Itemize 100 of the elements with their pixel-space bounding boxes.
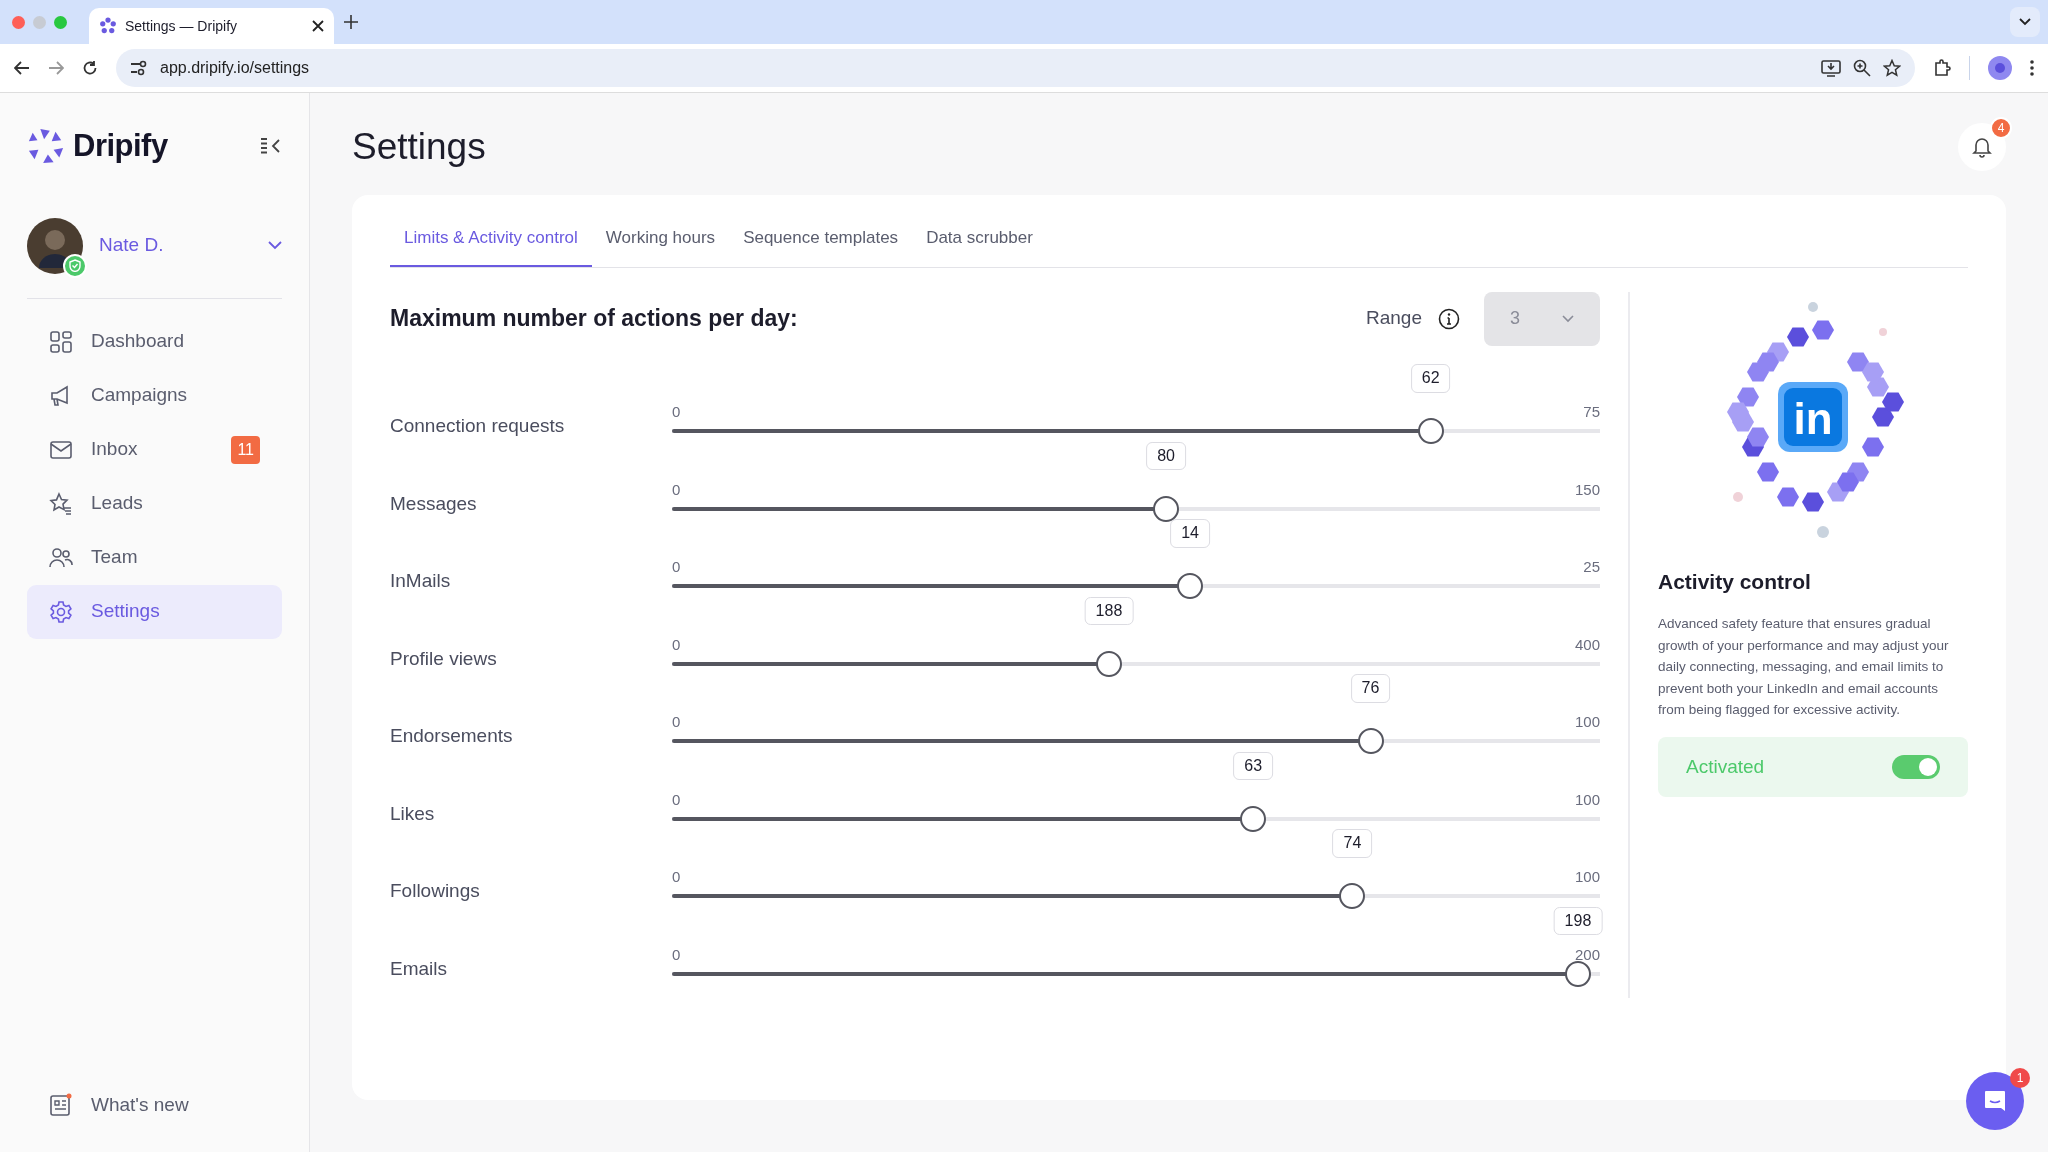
settings-tab[interactable]: Sequence templates [729, 215, 913, 267]
slider-value: 80 [1146, 441, 1186, 471]
slider-max: 100 [1574, 791, 1600, 807]
sidebar-item-label: Settings [91, 599, 160, 624]
sidebar-item-label: Leads [91, 491, 143, 516]
settings-tab[interactable]: Working hours [591, 215, 730, 267]
activity-control-toggle[interactable] [1892, 754, 1940, 779]
chevron-down-icon[interactable] [268, 241, 282, 250]
sidebar-item-label: Campaigns [91, 383, 188, 408]
slider-value: 188 [1084, 596, 1134, 626]
limit-label: Messages [390, 493, 478, 513]
slider-max: 100 [1574, 714, 1600, 729]
slider-value: 62 [1410, 364, 1451, 393]
star-icon[interactable] [1883, 59, 1901, 77]
slider-min: 0 [672, 636, 681, 652]
slider-min: 0 [672, 481, 681, 497]
slider-thumb[interactable] [1095, 650, 1122, 677]
new-tab-icon[interactable] [344, 15, 358, 29]
collapse-sidebar-icon[interactable] [260, 137, 282, 156]
slider-min: 0 [672, 714, 681, 729]
notifications-button[interactable] [1958, 123, 2006, 171]
forward-icon[interactable] [48, 60, 64, 76]
tab-title: Settings — Dripify [125, 16, 238, 36]
address-bar[interactable]: app.dripify.io/settings [116, 49, 1915, 87]
slider-thumb[interactable] [1240, 805, 1267, 832]
unread-count: 11 [231, 435, 260, 464]
install-icon[interactable] [1821, 59, 1841, 77]
chat-button[interactable] [1966, 1072, 2024, 1130]
slider-min: 0 [672, 869, 681, 884]
slider-max: 75 [1583, 404, 1600, 419]
close-icon[interactable] [312, 20, 324, 32]
whats-new-link[interactable]: What's new [27, 1078, 282, 1132]
zoom-icon[interactable] [1853, 59, 1871, 77]
site-settings-icon[interactable] [130, 60, 148, 76]
sidebar-item[interactable]: Campaigns [27, 368, 282, 423]
linkedin-globe-drawing: in [1698, 291, 1928, 542]
slider-thumb[interactable] [1357, 728, 1384, 754]
slider-max: 100 [1574, 869, 1600, 884]
sidebar-item[interactable]: Inbox 11 [27, 422, 282, 477]
slider-value: 74 [1332, 829, 1373, 858]
more-icon[interactable] [2030, 60, 2034, 76]
profile-icon[interactable] [1988, 56, 2012, 80]
chat-badge: 1 [2010, 1068, 2030, 1088]
back-icon[interactable] [14, 60, 30, 76]
people-icon [49, 545, 73, 570]
star-list-icon [49, 491, 73, 516]
slider-thumb[interactable] [1417, 418, 1444, 444]
slider-value: 14 [1170, 519, 1210, 548]
slider-value: 63 [1233, 751, 1274, 781]
slider-thumb[interactable] [1339, 883, 1366, 909]
sidebar-item[interactable]: Dashboard [27, 314, 282, 369]
slider-thumb[interactable] [1153, 495, 1180, 522]
sidebar-item[interactable]: Settings [27, 584, 282, 639]
brand-name: Dripify [73, 127, 168, 165]
limit-label: Likes [390, 803, 436, 823]
chat-icon [1982, 1088, 2008, 1114]
bell-icon [1972, 136, 1992, 158]
range-label: Range [1366, 306, 1422, 331]
limit-label: Endorsements [390, 726, 514, 745]
activity-control-description: Advanced safety feature that ensures gradual growth of your performance and may adjust your daily connecting, messaging, and email limits to prevent both your LinkedIn and email accounts from being flagged for excessive activity. [1658, 615, 1950, 720]
notification-count: 4 [1990, 117, 2012, 139]
slider-min: 0 [672, 404, 681, 419]
slider-max: 200 [1574, 946, 1600, 962]
user-avatar[interactable] [27, 217, 83, 274]
page-title: Settings [352, 124, 486, 169]
sidebar-item-label: Inbox [91, 437, 138, 462]
limit-label: Followings [390, 881, 481, 900]
settings-tab[interactable]: Data scrubber [912, 215, 1047, 267]
chevron-down-icon [1562, 314, 1574, 323]
sidebar-item[interactable]: Leads [27, 476, 282, 531]
slider-max: 400 [1574, 636, 1600, 652]
favicon-icon [99, 17, 117, 35]
tab-search-button[interactable] [2010, 7, 2040, 37]
slider-thumb[interactable] [1177, 573, 1204, 599]
reload-icon[interactable] [82, 60, 98, 76]
browser-tab[interactable]: Settings — Dripify [89, 8, 334, 44]
url-text: app.dripify.io/settings [160, 58, 310, 78]
limit-label: Connection requests [390, 416, 566, 435]
chevron-down-icon [2019, 18, 2031, 26]
limit-label: Emails [390, 958, 448, 978]
settings-icon [49, 599, 73, 624]
sidebar-item-label: Dashboard [91, 329, 184, 354]
settings-tab[interactable]: Limits & Activity control [390, 215, 592, 267]
slider-min: 0 [672, 791, 681, 807]
slider-value: 76 [1350, 674, 1391, 703]
limit-label: Profile views [390, 648, 498, 668]
grid-icon [49, 329, 73, 354]
activity-control-title: Activity control [1658, 568, 1812, 595]
slider-thumb[interactable] [1564, 960, 1591, 987]
slider-min: 0 [672, 946, 681, 962]
section-title: Maximum number of actions per day: [390, 304, 798, 333]
sidebar-item[interactable]: Team [27, 530, 282, 585]
info-icon[interactable] [1438, 307, 1460, 330]
slider-max: 25 [1583, 559, 1600, 574]
user-name[interactable]: Nate D. [99, 231, 164, 260]
slider-min: 0 [672, 559, 681, 574]
extensions-icon[interactable] [1933, 59, 1951, 77]
limit-label: InMails [390, 571, 452, 590]
activation-status: Activated [1686, 754, 1765, 779]
news-icon [49, 1093, 73, 1117]
